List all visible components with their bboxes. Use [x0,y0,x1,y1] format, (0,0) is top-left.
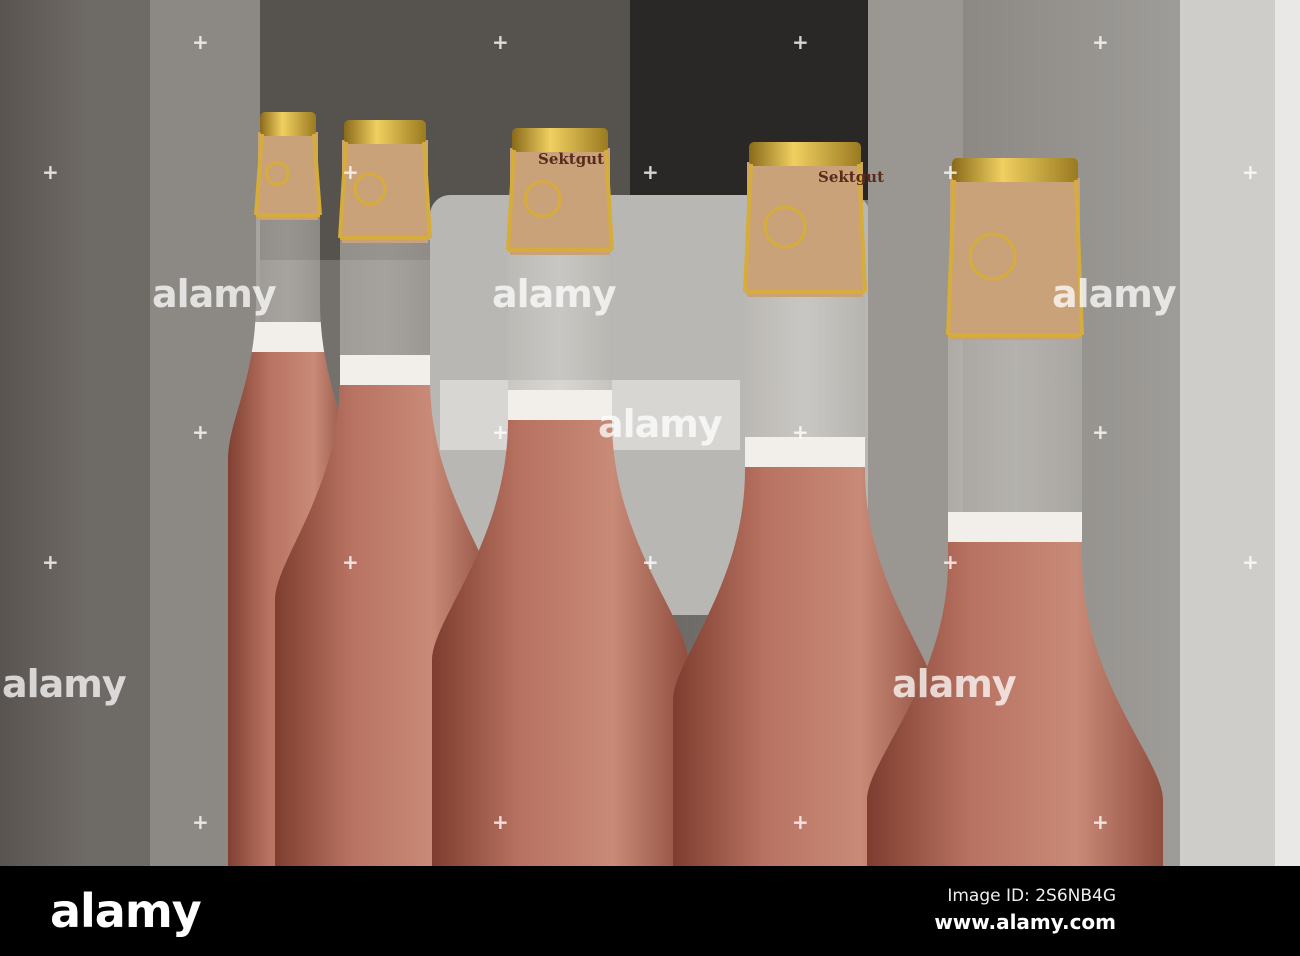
watermark-plus-icon: + [642,550,659,574]
footer-bar: alamy Image ID: 2S6NB4G www.alamy.com [0,866,1300,956]
watermark-plus-icon: + [492,420,509,444]
watermark-plus-icon: + [192,30,209,54]
cork-print: Sektgut [818,168,884,186]
watermark-plus-icon: + [642,160,659,184]
watermark-plus-icon: + [1092,810,1109,834]
foil-cap [952,158,1078,182]
watermark-plus-icon: + [492,810,509,834]
watermark-plus-icon: + [1242,160,1259,184]
watermark: alamy [892,662,1017,706]
cork-print: Sektgut [538,150,604,168]
watermark-plus-icon: + [342,550,359,574]
watermark: alamy [2,662,127,706]
watermark-plus-icon: + [1092,30,1109,54]
watermark-plus-icon: + [792,810,809,834]
stock-photo: Sektgut Sektgut alamy alamy alamy alamy … [0,0,1300,956]
watermark: alamy [1052,272,1177,316]
website-link[interactable]: www.alamy.com [934,910,1116,934]
watermark-plus-icon: + [492,30,509,54]
watermark-plus-icon: + [42,550,59,574]
watermark: alamy [598,402,723,446]
foil-cap [344,120,426,144]
watermark-plus-icon: + [42,160,59,184]
foil-cap [260,112,316,136]
watermark-plus-icon: + [792,420,809,444]
watermark: alamy [492,272,617,316]
watermark-plus-icon: + [942,160,959,184]
watermark-plus-icon: + [792,30,809,54]
watermark-plus-icon: + [192,810,209,834]
image-id: Image ID: 2S6NB4G [947,886,1116,906]
watermark-plus-icon: + [342,160,359,184]
watermark-plus-icon: + [942,550,959,574]
watermark-plus-icon: + [1242,550,1259,574]
foil-cap [749,142,861,166]
watermark: alamy [152,272,277,316]
watermark-plus-icon: + [192,420,209,444]
alamy-logo: alamy [50,884,202,938]
foil-cap [512,128,608,152]
watermark-plus-icon: + [1092,420,1109,444]
